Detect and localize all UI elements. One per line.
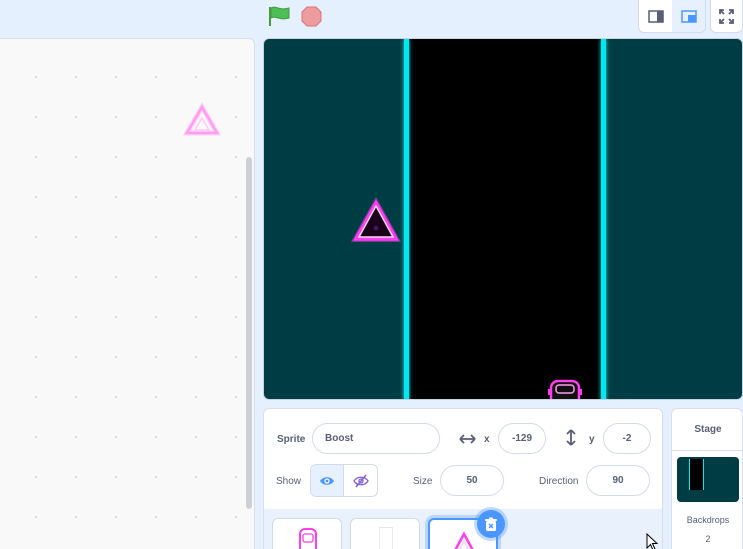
vertical-arrows-icon [566, 429, 576, 446]
workspace-sprite-preview [182, 101, 222, 136]
boost-thumbnail [454, 531, 474, 549]
stage-thumbnail[interactable] [677, 457, 739, 502]
size-label: Size [413, 476, 433, 487]
sprite-tile-car[interactable] [272, 518, 342, 549]
fullscreen-button[interactable] [710, 0, 743, 33]
stage-thumbnail-road [689, 459, 704, 490]
small-stage-button[interactable] [639, 0, 672, 32]
small-stage-icon [647, 9, 664, 23]
sprite-tile-lane[interactable] [350, 518, 420, 549]
sprite-name-input[interactable]: Boost [312, 423, 440, 454]
backdrops-count: 2 [705, 534, 711, 544]
lane-line-right [601, 39, 606, 399]
eye-slash-icon [352, 474, 369, 487]
sprite-name-label: Sprite [277, 434, 306, 445]
normal-stage-icon [680, 9, 697, 23]
car-thumbnail [299, 528, 317, 549]
lane-thumbnail [379, 527, 393, 549]
workspace-scrollbar[interactable] [246, 157, 252, 509]
y-label: y [589, 434, 595, 445]
hide-sprite-button[interactable] [344, 465, 377, 496]
stage-panel-title: Stage [672, 409, 743, 451]
stage-target-panel[interactable]: Stage Backdrops 2 [671, 408, 743, 549]
sprite-info-panel: Sprite Boost x -129 y -2 Show Size 50 Di… [263, 408, 663, 518]
code-workspace[interactable] [0, 38, 255, 549]
stop-icon[interactable] [301, 6, 322, 27]
road [409, 39, 604, 399]
trash-icon [485, 517, 497, 531]
x-position-input[interactable]: -129 [498, 423, 546, 454]
direction-input[interactable]: 90 [586, 465, 650, 496]
direction-label: Direction [539, 476, 579, 487]
green-flag-icon[interactable] [266, 5, 292, 27]
backdrops-label: Backdrops [686, 515, 730, 525]
stage-size-toggle [638, 0, 706, 33]
x-label: x [484, 434, 490, 445]
normal-stage-button[interactable] [672, 0, 705, 32]
horizontal-arrows-icon [459, 434, 476, 444]
delete-sprite-button[interactable] [477, 510, 505, 538]
visibility-toggle [310, 464, 378, 497]
lane-line-left [404, 39, 409, 399]
mouse-cursor-icon [646, 533, 659, 549]
y-position-input[interactable]: -2 [603, 423, 651, 454]
eye-icon [320, 476, 334, 485]
sprite-list [263, 509, 663, 549]
show-sprite-button[interactable] [311, 465, 345, 496]
size-input[interactable]: 50 [440, 465, 504, 496]
stage-canvas[interactable] [263, 38, 743, 400]
car-sprite[interactable] [547, 377, 583, 400]
stage-header [0, 0, 743, 36]
show-label: Show [276, 476, 302, 487]
fullscreen-icon [719, 8, 734, 24]
boost-sprite[interactable] [351, 197, 401, 247]
